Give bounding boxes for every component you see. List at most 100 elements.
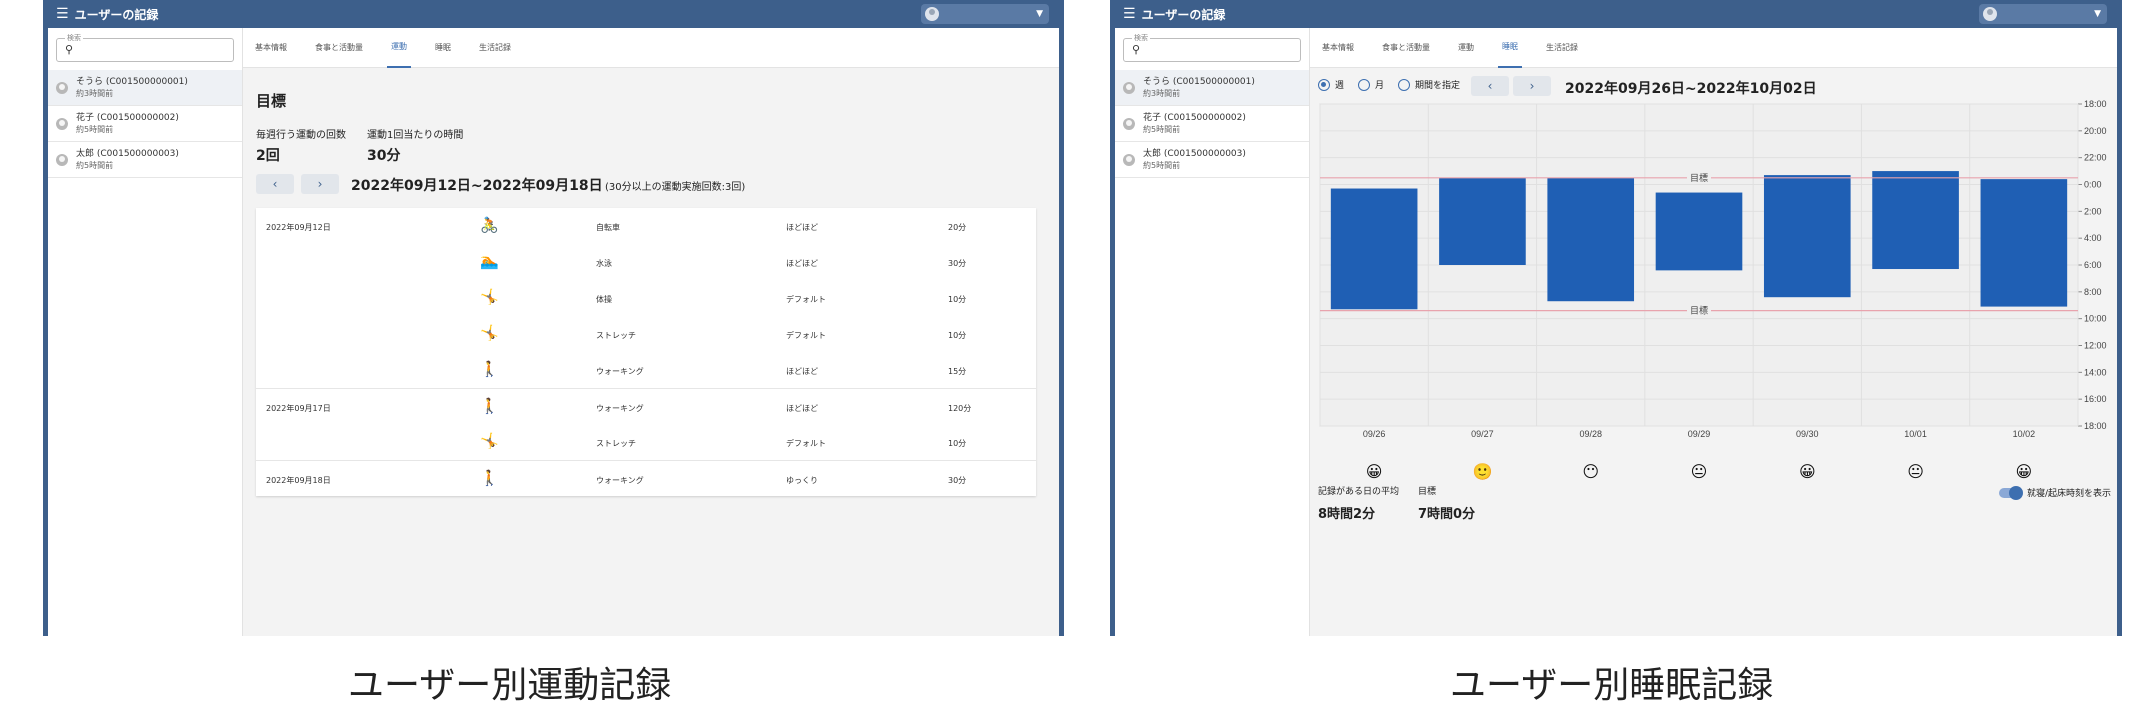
avatar (1983, 7, 1997, 21)
mood-icon: 😐 (1907, 462, 1924, 481)
y-tick-label: 22:00 (2084, 153, 2107, 163)
table-row: 🤸 ストレッチ デフォルト 10分 (256, 316, 1036, 352)
cell-duration: 10分 (948, 439, 967, 448)
x-tick-label: 09/28 (1579, 429, 1602, 439)
cell-activity: 水泳 (596, 259, 612, 268)
y-tick-label: 2:00 (2084, 206, 2102, 216)
stretch-icon: 🤸 (480, 324, 499, 342)
cell-duration: 20分 (948, 223, 967, 232)
user-name: そうら (C001500000001) (76, 77, 188, 87)
goal-duration: 運動1回当たりの時間 30分 (367, 126, 463, 165)
user-list-item[interactable]: 花子 (C001500000002) 約5時間前 (1115, 106, 1309, 142)
cell-activity: ストレッチ (596, 331, 636, 340)
y-tick-label: 6:00 (2084, 260, 2102, 270)
table-row: 2022年09月18日 🚶 ウォーキング ゆっくり 30分 (256, 460, 1036, 496)
cell-activity: ウォーキング (596, 367, 644, 376)
user-menu-button[interactable]: ▼ (1979, 4, 2107, 24)
table-row: 🤸 ストレッチ デフォルト 10分 (256, 424, 1036, 460)
goal-duration-value: 30分 (367, 148, 401, 164)
x-tick-label: 10/02 (2013, 429, 2036, 439)
prev-week-button[interactable]: ‹ (256, 174, 294, 194)
user-avatar-icon (56, 153, 68, 166)
cell-date: 2022年09月17日 (266, 404, 331, 413)
user-last-seen: 約5時間前 (1143, 161, 1181, 170)
sleep-goal-value: 7時間0分 (1418, 507, 1476, 522)
table-row: 🤸 体操 デフォルト 10分 (256, 280, 1036, 316)
user-list-item[interactable]: そうら (C001500000001) 約3時間前 (1115, 70, 1309, 106)
y-tick-label: 8:00 (2084, 287, 2102, 297)
next-week-button[interactable]: › (301, 174, 339, 194)
search-input[interactable]: 検索 ⚲ (56, 33, 234, 62)
menu-icon[interactable]: ☰ (1123, 6, 1136, 22)
user-list-item[interactable]: 太郎 (C001500000003) 約5時間前 (48, 142, 242, 178)
show-bedtime-toggle[interactable]: 就寝/起床時刻を表示 (1998, 485, 2111, 500)
search-input[interactable]: 検索 ⚲ (1123, 33, 1301, 62)
y-tick-label: 18:00 (2084, 99, 2107, 109)
walking-icon: 🚶 (480, 360, 499, 378)
user-last-seen: 約5時間前 (1143, 125, 1181, 134)
tab-sleep[interactable]: 睡眠 (431, 28, 455, 68)
sleep-bar (1330, 188, 1418, 310)
y-tick-label: 12:00 (2084, 341, 2107, 351)
user-name: 太郎 (C001500000003) (76, 149, 179, 159)
sleep-bar (1439, 177, 1526, 265)
cell-intensity: ほどほど (786, 259, 818, 268)
exercise-table: 2022年09月12日 🚴 自転車 ほどほど 20分 🏊 水泳 ほどほど 30分 🤸 体操 デフォルト… (256, 208, 1036, 496)
cell-intensity: デフォルト (786, 439, 826, 448)
caption-sleep: ユーザー別睡眠記録 (1450, 665, 1774, 706)
cell-intensity: ほどほど (786, 367, 818, 376)
user-menu-button[interactable]: ▼ (921, 4, 1049, 24)
toggle-switch[interactable] (1998, 485, 2023, 500)
user-sidebar: 検索 ⚲ そうら (C001500000001) 約3時間前 花子 (C00150… (1115, 28, 1310, 636)
bicycle-icon: 🚴 (480, 216, 499, 234)
table-row: 2022年09月17日 🚶 ウォーキング ほどほど 120分 (256, 388, 1036, 424)
cell-intensity: ほどほど (786, 223, 818, 232)
sleep-goal: 目標 7時間0分 (1418, 484, 1475, 522)
y-tick-label: 4:00 (2084, 233, 2102, 243)
mood-icon: 😀 (2015, 462, 2033, 481)
cell-duration: 30分 (948, 259, 967, 268)
user-list-item[interactable]: 太郎 (C001500000003) 約5時間前 (1115, 142, 1309, 178)
cell-duration: 30分 (948, 476, 967, 485)
sleep-bar (1872, 171, 1959, 270)
user-list-item[interactable]: 花子 (C001500000002) 約5時間前 (48, 106, 242, 142)
table-row: 🚶 ウォーキング ほどほど 15分 (256, 352, 1036, 388)
menu-icon[interactable]: ☰ (56, 6, 69, 22)
cell-activity: ストレッチ (596, 439, 636, 448)
tab-basic-info[interactable]: 基本情報 (251, 28, 291, 68)
walking-icon: 🚶 (480, 469, 499, 487)
app-bar: ☰ ユーザーの記録 ▼ (48, 0, 1059, 28)
sleep-bar (1547, 177, 1635, 302)
average-sleep-label: 記録がある日の平均 (1318, 487, 1400, 497)
user-sidebar: 検索 ⚲ そうら (C001500000001) 約3時間前 花子 (C00150… (48, 28, 243, 636)
y-tick-label: 10:00 (2084, 314, 2107, 324)
cell-duration: 15分 (948, 367, 967, 376)
user-last-seen: 約5時間前 (76, 125, 114, 134)
y-tick-label: 18:00 (2084, 421, 2107, 431)
avatar (925, 7, 939, 21)
average-sleep: 記録がある日の平均 8時間2分 (1318, 484, 1399, 522)
tab-meals-activity[interactable]: 食事と活動量 (311, 28, 367, 68)
user-last-seen: 約5時間前 (76, 161, 114, 170)
x-tick-label: 09/30 (1796, 429, 1819, 439)
sleep-goal-label: 目標 (1418, 487, 1437, 497)
swimming-icon: 🏊 (480, 252, 499, 270)
search-label: 検索 (65, 33, 83, 43)
sleep-screen: ☰ ユーザーの記録 ▼ 検索 ⚲ そうら (C001500000001) 約3時間… (1110, 0, 2122, 636)
goal-frequency-label: 毎週行う運動の回数 (256, 130, 346, 141)
week-range-note: (30分以上の運動実施回数:3回) (605, 182, 746, 193)
mood-icon: 😀 (1798, 462, 1816, 481)
search-icon: ⚲ (1132, 43, 1141, 56)
user-name: 花子 (C001500000002) (76, 113, 179, 123)
cell-duration: 10分 (948, 295, 967, 304)
sleep-bar (1655, 192, 1743, 271)
tab-life-log[interactable]: 生活記録 (475, 28, 515, 68)
tab-exercise[interactable]: 運動 (387, 28, 411, 68)
average-sleep-value: 8時間2分 (1318, 507, 1376, 522)
cell-activity: 体操 (596, 295, 612, 304)
cell-date: 2022年09月12日 (266, 223, 331, 232)
chevron-down-icon: ▼ (2094, 9, 2101, 19)
user-avatar-icon (1123, 153, 1135, 166)
user-list-item[interactable]: そうら (C001500000001) 約3時間前 (48, 70, 242, 106)
sleep-bar (1763, 175, 1851, 298)
